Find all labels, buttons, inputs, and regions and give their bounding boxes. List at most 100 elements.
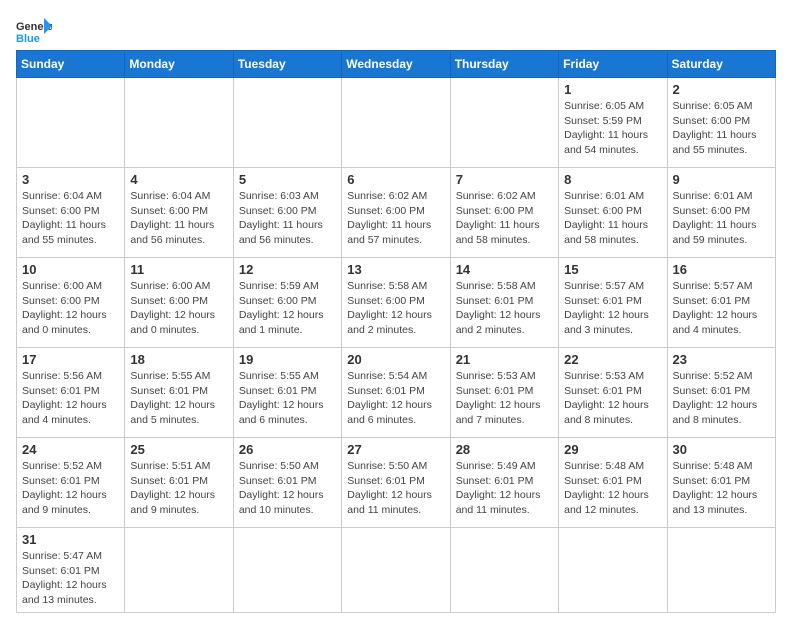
day-cell: 23 Sunrise: 5:52 AMSunset: 6:01 PMDayligh… [667,348,775,438]
day-number: 11 [130,262,227,277]
day-info: Sunrise: 5:50 AMSunset: 6:01 PMDaylight:… [347,459,444,518]
day-number: 18 [130,352,227,367]
day-header-friday: Friday [559,51,667,78]
day-cell: 15Sunrise: 5:57 AMSunset: 6:01 PMDayligh… [559,258,667,348]
header: General Blue [16,16,776,46]
day-cell [125,528,233,613]
day-info: Sunrise: 5:49 AMSunset: 6:01 PMDaylight:… [456,459,553,518]
day-number: 23 [673,352,770,367]
day-cell [125,78,233,168]
day-header-thursday: Thursday [450,51,558,78]
day-number: 25 [130,442,227,457]
day-cell [342,528,450,613]
svg-text:Blue: Blue [16,33,40,45]
day-cell: 1Sunrise: 6:05 AMSunset: 5:59 PMDaylight… [559,78,667,168]
day-number: 15 [564,262,661,277]
day-number: 7 [456,172,553,187]
day-info: Sunrise: 5:52 AMSunset: 6:01 PMDaylight:… [22,459,119,518]
day-header-sunday: Sunday [17,51,125,78]
day-number: 6 [347,172,444,187]
day-number: 17 [22,352,119,367]
day-info: Sunrise: 6:01 AMSunset: 6:00 PMDaylight:… [564,189,661,248]
calendar-header: SundayMondayTuesdayWednesdayThursdayFrid… [17,51,776,78]
day-cell: 21Sunrise: 5:53 AMSunset: 6:01 PMDayligh… [450,348,558,438]
day-number: 9 [673,172,770,187]
day-cell [559,528,667,613]
day-number: 29 [564,442,661,457]
calendar-body: 1Sunrise: 6:05 AMSunset: 5:59 PMDaylight… [17,78,776,613]
day-info: Sunrise: 5:50 AMSunset: 6:01 PMDaylight:… [239,459,336,518]
day-info: Sunrise: 5:59 AMSunset: 6:00 PMDaylight:… [239,279,336,338]
day-info: Sunrise: 5:52 AMSunset: 6:01 PMDaylight:… [673,369,770,428]
day-cell: 19Sunrise: 5:55 AMSunset: 6:01 PMDayligh… [233,348,341,438]
day-cell: 16 Sunrise: 5:57 AMSunset: 6:01 PMDayligh… [667,258,775,348]
day-info: Sunrise: 5:57 AMSunset: 6:01 PMDaylight:… [673,279,770,338]
day-cell: 30Sunrise: 5:48 AMSunset: 6:01 PMDayligh… [667,438,775,528]
calendar-table: SundayMondayTuesdayWednesdayThursdayFrid… [16,50,776,613]
day-info: Sunrise: 5:53 AMSunset: 6:01 PMDaylight:… [456,369,553,428]
week-row-5: 31Sunrise: 5:47 AMSunset: 6:01 PMDayligh… [17,528,776,613]
day-cell: 10 Sunrise: 6:00 AMSunset: 6:00 PMDayligh… [17,258,125,348]
day-info: Sunrise: 6:00 AMSunset: 6:00 PMDaylight:… [22,279,119,338]
day-cell: 18 Sunrise: 5:55 AMSunset: 6:01 PMDayligh… [125,348,233,438]
day-cell: 29Sunrise: 5:48 AMSunset: 6:01 PMDayligh… [559,438,667,528]
day-cell [667,528,775,613]
day-cell: 22 Sunrise: 5:53 AMSunset: 6:01 PMDayligh… [559,348,667,438]
day-cell: 7 Sunrise: 6:02 AMSunset: 6:00 PMDaylight… [450,168,558,258]
day-info: Sunrise: 6:02 AMSunset: 6:00 PMDaylight:… [456,189,553,248]
days-of-week-row: SundayMondayTuesdayWednesdayThursdayFrid… [17,51,776,78]
day-number: 10 [22,262,119,277]
day-header-wednesday: Wednesday [342,51,450,78]
day-info: Sunrise: 6:05 AMSunset: 5:59 PMDaylight:… [564,99,661,158]
day-cell [450,78,558,168]
week-row-1: 3 Sunrise: 6:04 AMSunset: 6:00 PMDaylight… [17,168,776,258]
day-cell: 27 Sunrise: 5:50 AMSunset: 6:01 PMDayligh… [342,438,450,528]
day-header-tuesday: Tuesday [233,51,341,78]
week-row-2: 10 Sunrise: 6:00 AMSunset: 6:00 PMDayligh… [17,258,776,348]
week-row-4: 24Sunrise: 5:52 AMSunset: 6:01 PMDayligh… [17,438,776,528]
day-info: Sunrise: 5:54 AMSunset: 6:01 PMDaylight:… [347,369,444,428]
day-info: Sunrise: 5:55 AMSunset: 6:01 PMDaylight:… [239,369,336,428]
day-info: Sunrise: 5:56 AMSunset: 6:01 PMDaylight:… [22,369,119,428]
day-number: 14 [456,262,553,277]
day-cell: 25Sunrise: 5:51 AMSunset: 6:01 PMDayligh… [125,438,233,528]
day-cell: 13Sunrise: 5:58 AMSunset: 6:00 PMDayligh… [342,258,450,348]
day-cell: 31Sunrise: 5:47 AMSunset: 6:01 PMDayligh… [17,528,125,613]
day-info: Sunrise: 5:48 AMSunset: 6:01 PMDaylight:… [673,459,770,518]
day-cell: 24Sunrise: 5:52 AMSunset: 6:01 PMDayligh… [17,438,125,528]
day-number: 2 [673,82,770,97]
day-number: 28 [456,442,553,457]
day-cell: 9 Sunrise: 6:01 AMSunset: 6:00 PMDaylight… [667,168,775,258]
day-cell: 6 Sunrise: 6:02 AMSunset: 6:00 PMDaylight… [342,168,450,258]
day-cell: 5Sunrise: 6:03 AMSunset: 6:00 PMDaylight… [233,168,341,258]
day-cell: 17 Sunrise: 5:56 AMSunset: 6:01 PMDayligh… [17,348,125,438]
day-info: Sunrise: 6:02 AMSunset: 6:00 PMDaylight:… [347,189,444,248]
day-cell [17,78,125,168]
day-cell: 12 Sunrise: 5:59 AMSunset: 6:00 PMDayligh… [233,258,341,348]
day-cell: 26Sunrise: 5:50 AMSunset: 6:01 PMDayligh… [233,438,341,528]
day-header-monday: Monday [125,51,233,78]
day-cell [233,78,341,168]
day-info: Sunrise: 6:01 AMSunset: 6:00 PMDaylight:… [673,189,770,248]
day-cell: 28 Sunrise: 5:49 AMSunset: 6:01 PMDayligh… [450,438,558,528]
day-info: Sunrise: 5:55 AMSunset: 6:01 PMDaylight:… [130,369,227,428]
day-number: 20 [347,352,444,367]
day-number: 8 [564,172,661,187]
day-cell: 3 Sunrise: 6:04 AMSunset: 6:00 PMDaylight… [17,168,125,258]
day-number: 4 [130,172,227,187]
day-info: Sunrise: 5:53 AMSunset: 6:01 PMDaylight:… [564,369,661,428]
day-number: 22 [564,352,661,367]
week-row-3: 17 Sunrise: 5:56 AMSunset: 6:01 PMDayligh… [17,348,776,438]
day-info: Sunrise: 6:04 AMSunset: 6:00 PMDaylight:… [22,189,119,248]
day-number: 12 [239,262,336,277]
day-info: Sunrise: 6:05 AMSunset: 6:00 PMDaylight:… [673,99,770,158]
week-row-0: 1Sunrise: 6:05 AMSunset: 5:59 PMDaylight… [17,78,776,168]
day-number: 16 [673,262,770,277]
day-cell: 20 Sunrise: 5:54 AMSunset: 6:01 PMDayligh… [342,348,450,438]
day-number: 27 [347,442,444,457]
day-info: Sunrise: 5:58 AMSunset: 6:00 PMDaylight:… [347,279,444,338]
logo: General Blue [16,16,52,46]
day-info: Sunrise: 5:47 AMSunset: 6:01 PMDaylight:… [22,549,119,608]
day-info: Sunrise: 6:04 AMSunset: 6:00 PMDaylight:… [130,189,227,248]
day-number: 3 [22,172,119,187]
